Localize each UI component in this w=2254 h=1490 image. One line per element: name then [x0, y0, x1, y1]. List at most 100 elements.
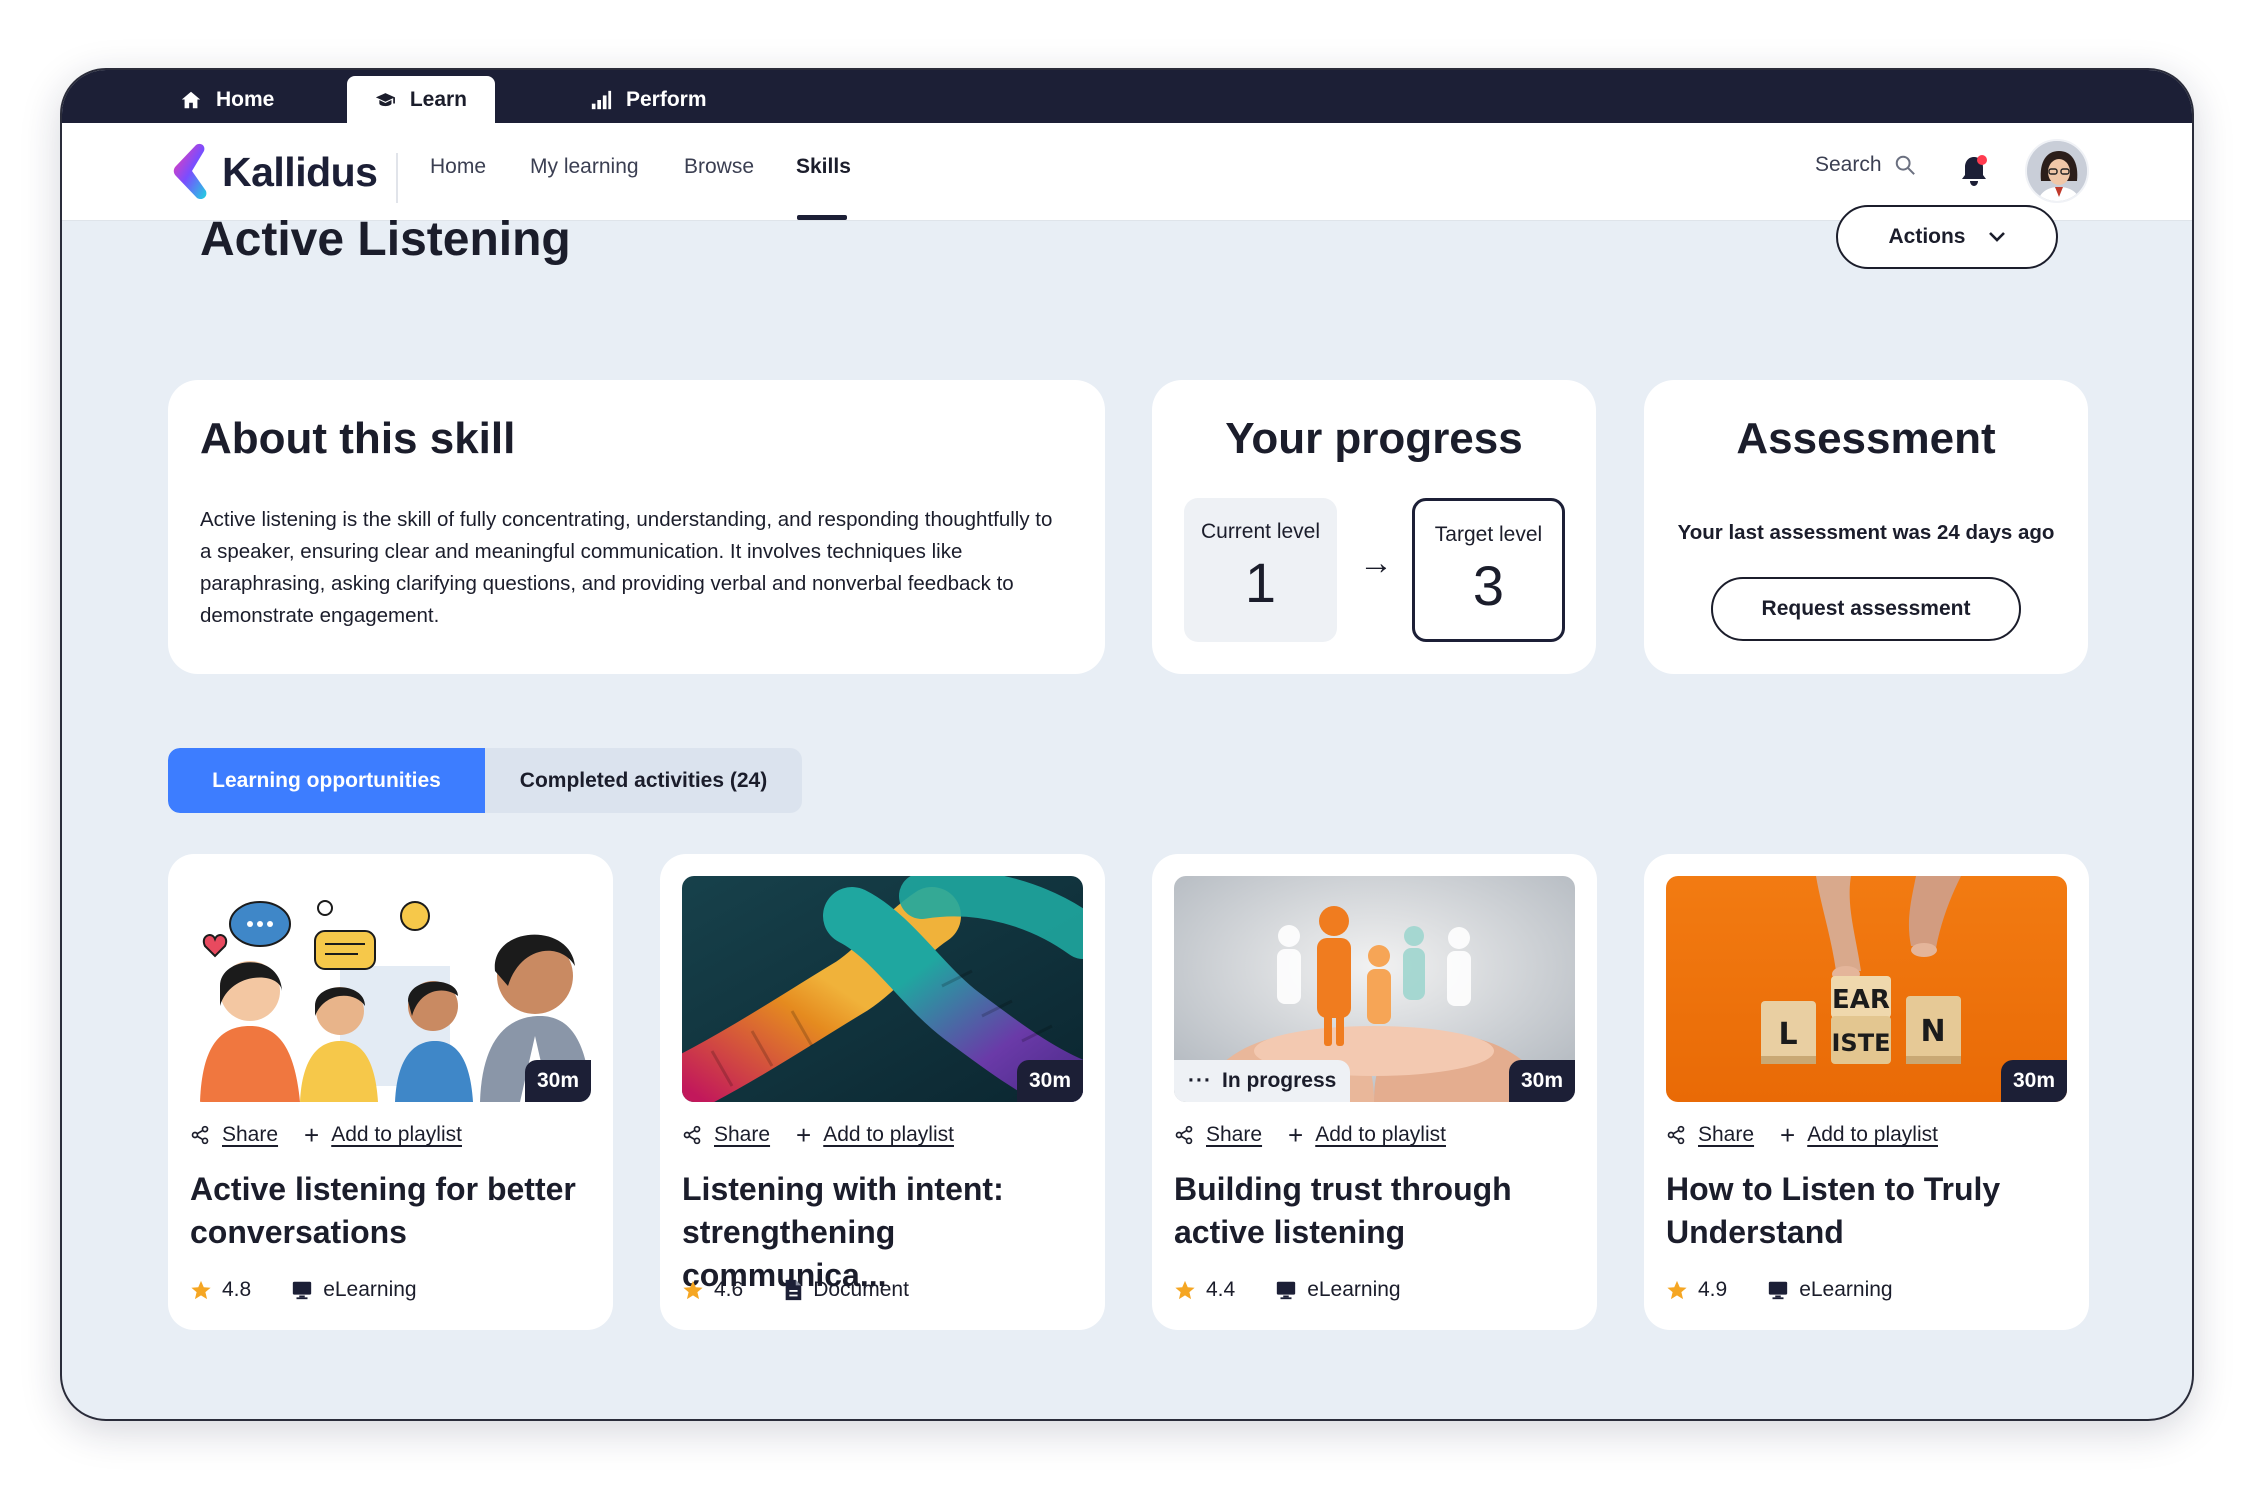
top-tab-perform[interactable]: Perform	[562, 76, 735, 123]
add-to-playlist-link[interactable]: Add to playlist	[823, 1123, 954, 1147]
star-icon	[683, 1280, 703, 1300]
request-assessment-button[interactable]: Request assessment	[1711, 577, 2021, 641]
add-to-playlist-link[interactable]: Add to playlist	[1315, 1123, 1446, 1147]
about-skill-card: About this skill Active listening is the…	[168, 380, 1105, 674]
course-title[interactable]: Active listening for better conversation…	[190, 1168, 595, 1254]
duration-badge: 30m	[1508, 1060, 1575, 1102]
course-actions: Share + Add to playlist	[1666, 1122, 1938, 1148]
plus-icon[interactable]: +	[304, 1122, 319, 1148]
nav-link-skills[interactable]: Skills	[796, 155, 851, 179]
star-icon	[1667, 1280, 1687, 1300]
brand-name: Kallidus	[222, 148, 378, 195]
duration-badge: 30m	[524, 1060, 591, 1102]
monitor-icon	[293, 1281, 312, 1300]
block-letter: L	[1778, 1017, 1797, 1052]
course-thumbnail[interactable]: L EAR ISTE N 30m	[1666, 876, 2067, 1102]
course-meta: 4.8 eLearning	[190, 1278, 417, 1302]
course-meta: 4.6 Document	[682, 1278, 909, 1302]
current-level-value: 1	[1244, 551, 1277, 614]
last-assessment-text: Your last assessment was 24 days ago	[1677, 521, 2055, 544]
top-tab-label: Perform	[626, 87, 707, 111]
block-letter: N	[1920, 1014, 1945, 1049]
share-icon[interactable]	[682, 1125, 702, 1145]
course-thumbnail[interactable]: ··· In progress 30m	[1174, 876, 1575, 1102]
add-to-playlist-link[interactable]: Add to playlist	[331, 1123, 462, 1147]
block-letter: ISTE	[1832, 1029, 1891, 1057]
share-icon[interactable]	[190, 1125, 210, 1145]
star-icon	[191, 1280, 211, 1300]
notification-bell-icon[interactable]	[1957, 153, 1991, 189]
course-title[interactable]: Building trust through active listening	[1174, 1168, 1579, 1254]
course-rating: 4.4	[1206, 1278, 1236, 1301]
nav-link-home[interactable]: Home	[430, 155, 486, 179]
course-actions: Share + Add to playlist	[190, 1122, 462, 1148]
nav-link-my-learning[interactable]: My learning	[530, 155, 639, 179]
share-link[interactable]: Share	[1698, 1123, 1754, 1147]
add-to-playlist-link[interactable]: Add to playlist	[1807, 1123, 1938, 1147]
graduation-cap-icon	[375, 92, 395, 106]
skill-description: Active listening is the skill of fully c…	[200, 508, 1053, 627]
course-card[interactable]: 30m Share + Add to playlist Active liste…	[168, 854, 613, 1330]
tab-learning-opportunities[interactable]: Learning opportunities	[168, 748, 485, 813]
top-tab-label: Learn	[409, 87, 467, 111]
share-icon[interactable]	[1174, 1125, 1194, 1145]
document-icon	[785, 1279, 802, 1301]
duration-badge: 30m	[1016, 1060, 1083, 1102]
logo-mark-icon	[173, 143, 207, 200]
plus-icon[interactable]: +	[1780, 1122, 1795, 1148]
top-tab-label: Home	[216, 87, 275, 111]
duration-badge: 30m	[2000, 1060, 2067, 1102]
current-level-label: Current level	[1200, 520, 1321, 543]
search-icon	[1895, 155, 1915, 175]
chevron-down-icon	[1988, 232, 2005, 242]
assessment-heading: Assessment	[1736, 414, 1996, 463]
page-title: Active Listening	[200, 213, 571, 266]
app-window: Home Learn Perform Kallidus Home My lear…	[60, 68, 2194, 1421]
status-badge: ··· In progress	[1174, 1060, 1351, 1102]
bar-chart-icon	[591, 90, 612, 109]
course-title[interactable]: How to Listen to Truly Understand	[1666, 1168, 2071, 1254]
share-link[interactable]: Share	[714, 1123, 770, 1147]
course-type: eLearning	[323, 1278, 417, 1301]
more-dots-icon: ···	[1188, 1069, 1212, 1092]
user-photo-icon	[2027, 141, 2087, 201]
about-heading: About this skill	[200, 414, 516, 463]
course-meta: 4.4 eLearning	[1174, 1278, 1401, 1302]
share-icon[interactable]	[1666, 1125, 1686, 1145]
course-thumbnail[interactable]: 30m	[190, 876, 591, 1102]
tab-completed-activities[interactable]: Completed activities (24)	[485, 748, 802, 813]
monitor-icon	[1277, 1281, 1296, 1300]
top-tab-learn[interactable]: Learn	[347, 76, 495, 123]
user-avatar[interactable]	[2025, 139, 2089, 203]
level-arrow: →	[1359, 544, 1393, 582]
course-rating: 4.9	[1698, 1278, 1728, 1301]
nav-divider	[396, 153, 398, 203]
target-level-box: Target level 3	[1412, 498, 1565, 642]
course-thumbnail[interactable]: 30m	[682, 876, 1083, 1102]
monitor-icon	[1769, 1281, 1788, 1300]
top-tab-home[interactable]: Home	[152, 76, 302, 123]
current-level-box: Current level 1	[1184, 498, 1337, 642]
share-link[interactable]: Share	[1206, 1123, 1262, 1147]
search-label: Search	[1815, 153, 1882, 176]
search-button[interactable]: Search	[1815, 153, 1916, 177]
course-type: eLearning	[1307, 1278, 1401, 1301]
block-letter: EAR	[1832, 985, 1890, 1015]
course-card[interactable]: ··· In progress 30m Share + Add to playl…	[1152, 854, 1597, 1330]
nav-link-browse[interactable]: Browse	[684, 155, 754, 179]
content-tabs: Learning opportunities Completed activit…	[168, 748, 802, 813]
share-link[interactable]: Share	[222, 1123, 278, 1147]
course-meta: 4.9 eLearning	[1666, 1278, 1893, 1302]
course-card[interactable]: 30m Share + Add to playlist Listening wi…	[660, 854, 1105, 1330]
course-rating: 4.8	[222, 1278, 252, 1301]
status-text: In progress	[1221, 1069, 1337, 1092]
target-level-value: 3	[1472, 554, 1505, 617]
kallidus-logo[interactable]: Kallidus	[170, 143, 378, 201]
progress-heading: Your progress	[1225, 414, 1523, 463]
plus-icon[interactable]: +	[796, 1122, 811, 1148]
plus-icon[interactable]: +	[1288, 1122, 1303, 1148]
star-icon	[1175, 1280, 1195, 1300]
actions-dropdown-button[interactable]: Actions	[1836, 205, 2058, 269]
active-nav-indicator	[797, 215, 847, 220]
course-card[interactable]: L EAR ISTE N 30m Share + Add to playlist…	[1644, 854, 2089, 1330]
